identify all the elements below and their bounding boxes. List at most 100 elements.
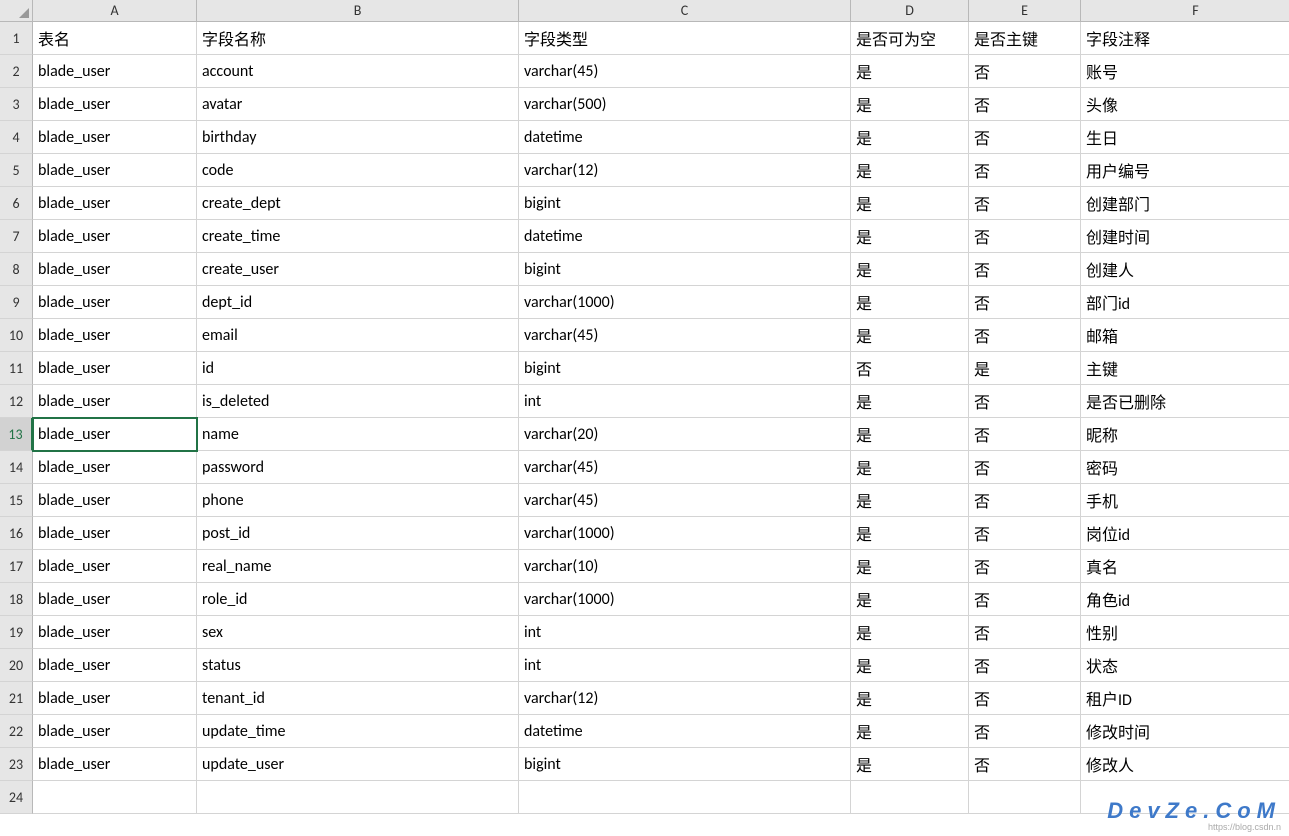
cell-D17[interactable]: 是 — [851, 550, 969, 583]
cell-E12[interactable]: 否 — [969, 385, 1081, 418]
row-header-12[interactable]: 12 — [0, 385, 33, 418]
cell-D1[interactable]: 是否可为空 — [851, 22, 969, 55]
cell-F22[interactable]: 修改时间 — [1081, 715, 1289, 748]
cell-D2[interactable]: 是 — [851, 55, 969, 88]
cell-E14[interactable]: 否 — [969, 451, 1081, 484]
cell-E4[interactable]: 否 — [969, 121, 1081, 154]
cell-F18[interactable]: 角色id — [1081, 583, 1289, 616]
cell-C14[interactable]: varchar(45) — [519, 451, 851, 484]
cell-F24[interactable] — [1081, 781, 1289, 814]
cell-D24[interactable] — [851, 781, 969, 814]
cell-B19[interactable]: sex — [197, 616, 519, 649]
row-header-8[interactable]: 8 — [0, 253, 33, 286]
cell-D16[interactable]: 是 — [851, 517, 969, 550]
cell-A19[interactable]: blade_user — [33, 616, 197, 649]
cell-B9[interactable]: dept_id — [197, 286, 519, 319]
row-header-20[interactable]: 20 — [0, 649, 33, 682]
cell-A20[interactable]: blade_user — [33, 649, 197, 682]
cell-D5[interactable]: 是 — [851, 154, 969, 187]
cell-A16[interactable]: blade_user — [33, 517, 197, 550]
spreadsheet-grid[interactable]: ABCDEF1表名字段名称字段类型是否可为空是否主键字段注释2blade_use… — [0, 0, 1289, 836]
cell-D21[interactable]: 是 — [851, 682, 969, 715]
cell-E21[interactable]: 否 — [969, 682, 1081, 715]
row-header-1[interactable]: 1 — [0, 22, 33, 55]
cell-B22[interactable]: update_time — [197, 715, 519, 748]
row-header-17[interactable]: 17 — [0, 550, 33, 583]
cell-F8[interactable]: 创建人 — [1081, 253, 1289, 286]
cell-E5[interactable]: 否 — [969, 154, 1081, 187]
cell-C4[interactable]: datetime — [519, 121, 851, 154]
cell-A8[interactable]: blade_user — [33, 253, 197, 286]
column-header-B[interactable]: B — [197, 0, 519, 22]
cell-F10[interactable]: 邮箱 — [1081, 319, 1289, 352]
cell-E11[interactable]: 是 — [969, 352, 1081, 385]
cell-E15[interactable]: 否 — [969, 484, 1081, 517]
row-header-18[interactable]: 18 — [0, 583, 33, 616]
cell-E17[interactable]: 否 — [969, 550, 1081, 583]
cell-B23[interactable]: update_user — [197, 748, 519, 781]
cell-D11[interactable]: 否 — [851, 352, 969, 385]
cell-B17[interactable]: real_name — [197, 550, 519, 583]
cell-A18[interactable]: blade_user — [33, 583, 197, 616]
row-header-7[interactable]: 7 — [0, 220, 33, 253]
cell-A1[interactable]: 表名 — [33, 22, 197, 55]
cell-E18[interactable]: 否 — [969, 583, 1081, 616]
cell-C1[interactable]: 字段类型 — [519, 22, 851, 55]
select-all-corner[interactable] — [0, 0, 33, 22]
cell-D6[interactable]: 是 — [851, 187, 969, 220]
cell-C24[interactable] — [519, 781, 851, 814]
cell-C21[interactable]: varchar(12) — [519, 682, 851, 715]
cell-F23[interactable]: 修改人 — [1081, 748, 1289, 781]
cell-B20[interactable]: status — [197, 649, 519, 682]
cell-D15[interactable]: 是 — [851, 484, 969, 517]
cell-A5[interactable]: blade_user — [33, 154, 197, 187]
cell-B11[interactable]: id — [197, 352, 519, 385]
cell-A22[interactable]: blade_user — [33, 715, 197, 748]
cell-B4[interactable]: birthday — [197, 121, 519, 154]
cell-C17[interactable]: varchar(10) — [519, 550, 851, 583]
cell-E16[interactable]: 否 — [969, 517, 1081, 550]
cell-F17[interactable]: 真名 — [1081, 550, 1289, 583]
cell-F2[interactable]: 账号 — [1081, 55, 1289, 88]
cell-B18[interactable]: role_id — [197, 583, 519, 616]
cell-A2[interactable]: blade_user — [33, 55, 197, 88]
cell-C22[interactable]: datetime — [519, 715, 851, 748]
cell-A6[interactable]: blade_user — [33, 187, 197, 220]
cell-E6[interactable]: 否 — [969, 187, 1081, 220]
cell-F6[interactable]: 创建部门 — [1081, 187, 1289, 220]
cell-B6[interactable]: create_dept — [197, 187, 519, 220]
cell-F5[interactable]: 用户编号 — [1081, 154, 1289, 187]
column-header-E[interactable]: E — [969, 0, 1081, 22]
cell-E20[interactable]: 否 — [969, 649, 1081, 682]
cell-F9[interactable]: 部门id — [1081, 286, 1289, 319]
cell-E9[interactable]: 否 — [969, 286, 1081, 319]
cell-C8[interactable]: bigint — [519, 253, 851, 286]
cell-E10[interactable]: 否 — [969, 319, 1081, 352]
column-header-D[interactable]: D — [851, 0, 969, 22]
cell-C12[interactable]: int — [519, 385, 851, 418]
cell-A12[interactable]: blade_user — [33, 385, 197, 418]
cell-B10[interactable]: email — [197, 319, 519, 352]
row-header-9[interactable]: 9 — [0, 286, 33, 319]
cell-B13[interactable]: name — [197, 418, 519, 451]
cell-A21[interactable]: blade_user — [33, 682, 197, 715]
row-header-21[interactable]: 21 — [0, 682, 33, 715]
cell-D3[interactable]: 是 — [851, 88, 969, 121]
cell-F4[interactable]: 生日 — [1081, 121, 1289, 154]
row-header-14[interactable]: 14 — [0, 451, 33, 484]
cell-A11[interactable]: blade_user — [33, 352, 197, 385]
cell-C15[interactable]: varchar(45) — [519, 484, 851, 517]
row-header-11[interactable]: 11 — [0, 352, 33, 385]
cell-D9[interactable]: 是 — [851, 286, 969, 319]
row-header-3[interactable]: 3 — [0, 88, 33, 121]
cell-D13[interactable]: 是 — [851, 418, 969, 451]
cell-D18[interactable]: 是 — [851, 583, 969, 616]
cell-B2[interactable]: account — [197, 55, 519, 88]
cell-C10[interactable]: varchar(45) — [519, 319, 851, 352]
cell-C18[interactable]: varchar(1000) — [519, 583, 851, 616]
column-header-F[interactable]: F — [1081, 0, 1289, 22]
cell-D23[interactable]: 是 — [851, 748, 969, 781]
cell-B8[interactable]: create_user — [197, 253, 519, 286]
cell-E8[interactable]: 否 — [969, 253, 1081, 286]
cell-C5[interactable]: varchar(12) — [519, 154, 851, 187]
